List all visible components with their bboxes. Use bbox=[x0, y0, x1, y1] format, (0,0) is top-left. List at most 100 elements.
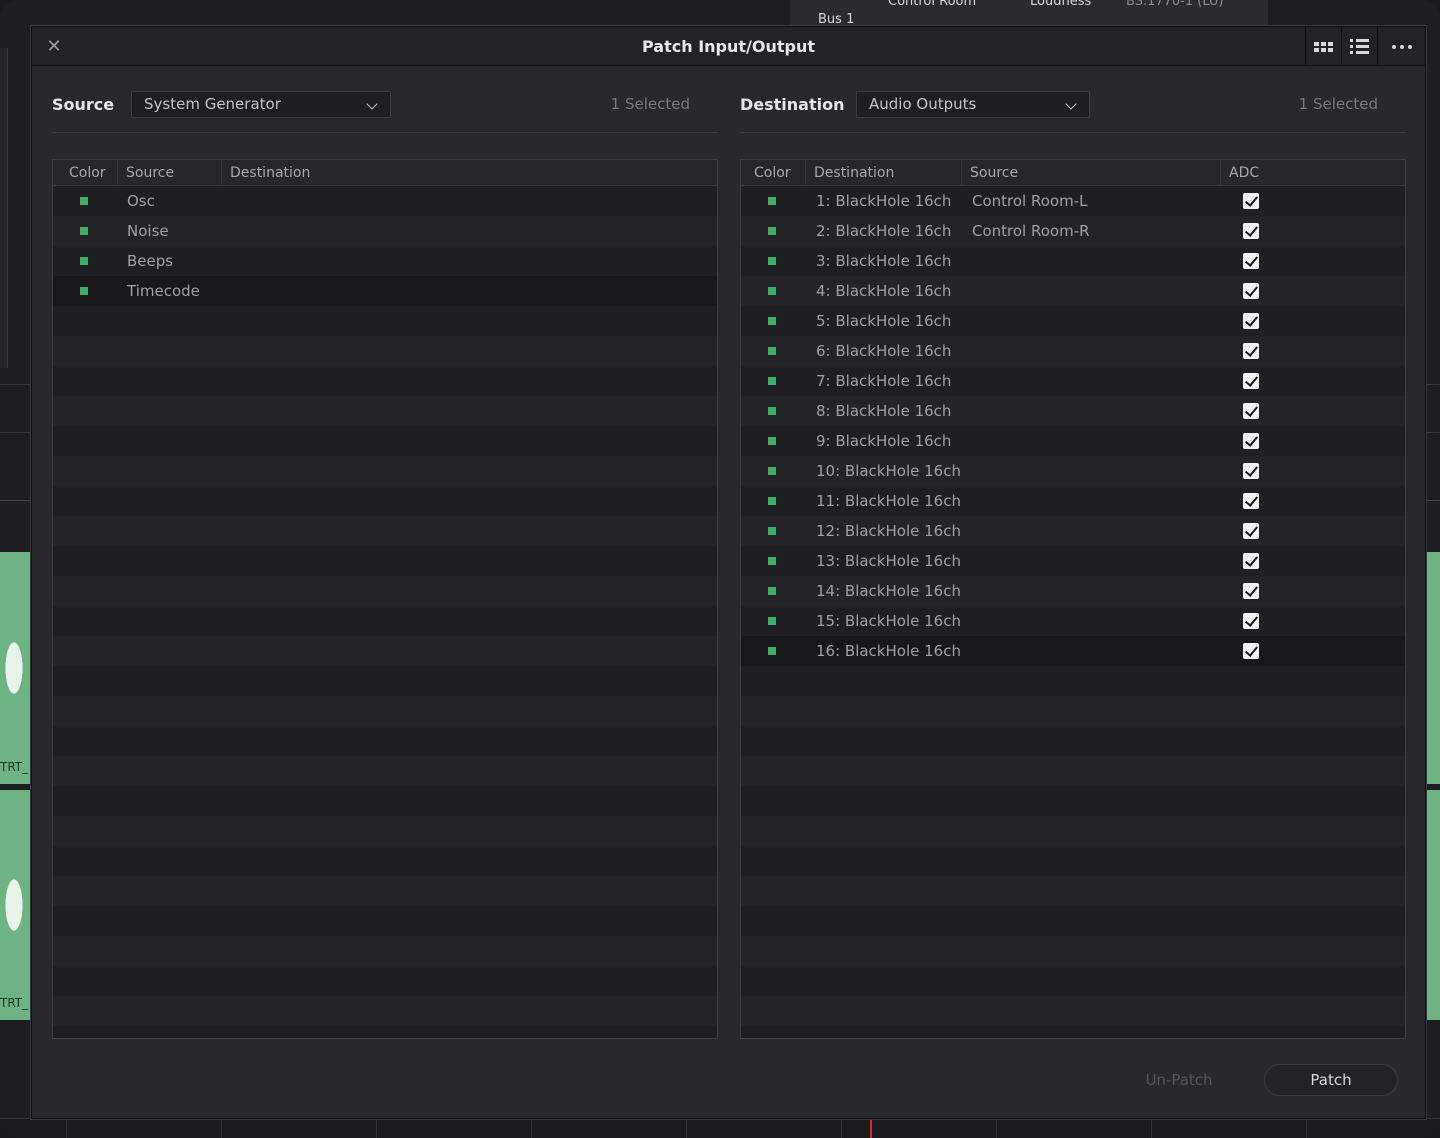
destination-row[interactable]: 9: BlackHole 16ch bbox=[741, 426, 1405, 456]
source-name: Control Room-L bbox=[972, 192, 1088, 210]
column-header-destination[interactable]: Destination bbox=[806, 160, 962, 186]
checkbox-checked-icon[interactable] bbox=[1243, 193, 1259, 209]
empty-row bbox=[53, 846, 717, 876]
audio-clip[interactable]: TRT_ bbox=[0, 790, 31, 1020]
empty-row bbox=[741, 786, 1405, 816]
bus-label[interactable]: Bus 1 bbox=[818, 12, 854, 27]
checkbox-checked-icon[interactable] bbox=[1243, 433, 1259, 449]
source-row[interactable]: Beeps bbox=[53, 246, 717, 276]
destination-name: 16: BlackHole 16ch bbox=[816, 642, 961, 660]
color-swatch bbox=[768, 497, 776, 505]
color-swatch bbox=[80, 197, 88, 205]
adc-cell bbox=[1221, 433, 1405, 449]
source-table: Color Source Destination Osc Noise Beeps Ti… bbox=[52, 159, 718, 1039]
grid-view-button[interactable] bbox=[1305, 27, 1341, 66]
audio-clip[interactable] bbox=[1426, 552, 1440, 784]
empty-row bbox=[53, 306, 717, 336]
chevron-down-icon bbox=[366, 98, 378, 110]
destination-row[interactable]: 15: BlackHole 16ch bbox=[741, 606, 1405, 636]
empty-row bbox=[53, 486, 717, 516]
source-dropdown[interactable]: System Generator bbox=[131, 91, 391, 118]
checkbox-checked-icon[interactable] bbox=[1243, 493, 1259, 509]
destination-row[interactable]: 5: BlackHole 16ch bbox=[741, 306, 1405, 336]
destination-row[interactable]: 8: BlackHole 16ch bbox=[741, 396, 1405, 426]
source-name: Noise bbox=[127, 222, 169, 240]
destination-table: Color Destination Source ADC 1: BlackHol… bbox=[740, 159, 1406, 1039]
column-header-destination[interactable]: Destination bbox=[222, 160, 717, 186]
source-row[interactable]: Noise bbox=[53, 216, 717, 246]
timeline-ruler[interactable] bbox=[0, 1118, 1440, 1138]
checkbox-checked-icon[interactable] bbox=[1243, 373, 1259, 389]
destination-row[interactable]: 2: BlackHole 16ch Control Room-R bbox=[741, 216, 1405, 246]
playhead[interactable] bbox=[870, 1118, 872, 1138]
patch-button[interactable]: Patch bbox=[1264, 1064, 1398, 1096]
checkbox-checked-icon[interactable] bbox=[1243, 313, 1259, 329]
strip-more-icon[interactable]: ••• bbox=[1236, 0, 1259, 7]
checkbox-checked-icon[interactable] bbox=[1243, 403, 1259, 419]
checkbox-checked-icon[interactable] bbox=[1243, 583, 1259, 599]
destination-row[interactable]: 1: BlackHole 16ch Control Room-L bbox=[741, 186, 1405, 216]
unpatch-button[interactable]: Un-Patch bbox=[1124, 1064, 1234, 1096]
empty-row bbox=[741, 966, 1405, 996]
adc-cell bbox=[1221, 283, 1405, 299]
control-room-label[interactable]: Control Room bbox=[888, 0, 976, 9]
left-rail bbox=[0, 48, 8, 368]
empty-row bbox=[741, 756, 1405, 786]
destination-row[interactable]: 10: BlackHole 16ch bbox=[741, 456, 1405, 486]
destination-row[interactable]: 6: BlackHole 16ch bbox=[741, 336, 1405, 366]
adc-cell bbox=[1221, 493, 1405, 509]
destination-row[interactable]: 3: BlackHole 16ch bbox=[741, 246, 1405, 276]
destination-row[interactable]: 11: BlackHole 16ch bbox=[741, 486, 1405, 516]
empty-row bbox=[53, 336, 717, 366]
destination-row[interactable]: 13: BlackHole 16ch bbox=[741, 546, 1405, 576]
source-row[interactable]: Osc bbox=[53, 186, 717, 216]
color-cell bbox=[53, 197, 118, 205]
empty-row bbox=[53, 876, 717, 906]
adc-cell bbox=[1221, 223, 1405, 239]
adc-cell bbox=[1221, 373, 1405, 389]
checkbox-checked-icon[interactable] bbox=[1243, 283, 1259, 299]
audio-clip[interactable] bbox=[1426, 790, 1440, 1020]
list-view-button[interactable] bbox=[1341, 27, 1377, 66]
column-header-color[interactable]: Color bbox=[741, 160, 806, 186]
destination-row[interactable]: 14: BlackHole 16ch bbox=[741, 576, 1405, 606]
loudness-standard[interactable]: BS.1770-1 (LU) bbox=[1126, 0, 1224, 9]
checkbox-checked-icon[interactable] bbox=[1243, 343, 1259, 359]
color-cell bbox=[741, 467, 806, 475]
destination-row[interactable]: 4: BlackHole 16ch bbox=[741, 276, 1405, 306]
checkbox-checked-icon[interactable] bbox=[1243, 523, 1259, 539]
checkbox-checked-icon[interactable] bbox=[1243, 223, 1259, 239]
dialog-header: ✕ Patch Input/Output bbox=[32, 27, 1425, 66]
destination-row[interactable]: 16: BlackHole 16ch bbox=[741, 636, 1405, 666]
checkbox-checked-icon[interactable] bbox=[1243, 613, 1259, 629]
color-swatch bbox=[768, 257, 776, 265]
source-row[interactable]: Timecode bbox=[53, 276, 717, 306]
destination-row[interactable]: 7: BlackHole 16ch bbox=[741, 366, 1405, 396]
column-header-source[interactable]: Source bbox=[118, 160, 222, 186]
color-swatch bbox=[768, 467, 776, 475]
checkbox-checked-icon[interactable] bbox=[1243, 553, 1259, 569]
ruler bbox=[1424, 500, 1440, 518]
checkbox-checked-icon[interactable] bbox=[1243, 463, 1259, 479]
audio-clip[interactable]: TRT_ bbox=[0, 552, 31, 784]
column-header-adc[interactable]: ADC bbox=[1221, 160, 1405, 186]
source-name: Timecode bbox=[127, 282, 200, 300]
checkbox-checked-icon[interactable] bbox=[1243, 643, 1259, 659]
waveform bbox=[0, 860, 30, 950]
color-cell bbox=[53, 227, 118, 235]
destination-dropdown[interactable]: Audio Outputs bbox=[856, 91, 1090, 118]
column-header-color[interactable]: Color bbox=[53, 160, 118, 186]
adc-cell bbox=[1221, 343, 1405, 359]
color-swatch bbox=[768, 587, 776, 595]
ruler bbox=[0, 500, 32, 518]
source-toolbar: Source System Generator 1 Selected bbox=[52, 66, 718, 133]
empty-row bbox=[53, 996, 717, 1026]
more-options-button[interactable] bbox=[1377, 27, 1425, 66]
checkbox-checked-icon[interactable] bbox=[1243, 253, 1259, 269]
column-header-source[interactable]: Source bbox=[962, 160, 1221, 186]
color-cell bbox=[741, 257, 806, 265]
destination-row[interactable]: 12: BlackHole 16ch bbox=[741, 516, 1405, 546]
color-swatch bbox=[768, 407, 776, 415]
destination-name: 14: BlackHole 16ch bbox=[816, 582, 961, 600]
color-cell bbox=[741, 227, 806, 235]
